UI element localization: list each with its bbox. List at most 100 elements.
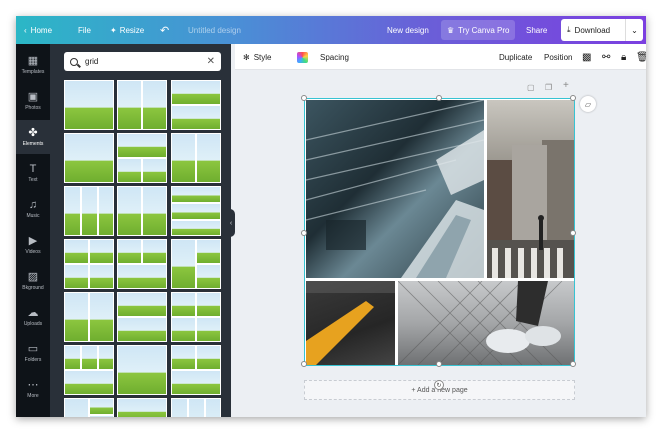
search-value: grid xyxy=(85,57,99,66)
grid-cell-placeholder xyxy=(81,187,97,235)
resize-handle[interactable] xyxy=(301,95,307,101)
aerial-city-image xyxy=(306,100,484,278)
grid-template-thumbnail[interactable] xyxy=(117,186,167,236)
grid-template-thumbnail[interactable] xyxy=(64,292,114,342)
rail-item-elements[interactable]: ✤ Elements xyxy=(16,120,50,154)
grid-template-thumbnail[interactable] xyxy=(171,398,221,417)
grid-template-thumbnail[interactable] xyxy=(117,398,167,417)
chevron-left-icon: ‹ xyxy=(24,25,27,35)
undo-icon[interactable]: ↶ xyxy=(160,16,169,44)
grid-template-thumbnail[interactable] xyxy=(171,239,221,289)
grid-cell-placeholder xyxy=(172,399,187,417)
grid-template-thumbnail[interactable] xyxy=(171,133,221,183)
street-image xyxy=(487,140,574,278)
grid-cell-placeholder xyxy=(205,399,220,417)
duplicate-button[interactable]: Duplicate xyxy=(499,44,532,70)
grid-template-thumbnail[interactable] xyxy=(171,80,221,130)
grid-template-thumbnail[interactable] xyxy=(64,345,114,395)
rotate-icon[interactable]: ↻ xyxy=(434,380,444,390)
try-pro-button[interactable]: ♛ Try Canva Pro xyxy=(441,20,516,40)
spacing-button[interactable]: Spacing xyxy=(320,44,349,70)
comment-button[interactable]: ▱ xyxy=(580,96,596,112)
resize-handle[interactable] xyxy=(570,361,576,367)
resize-handle[interactable] xyxy=(436,361,442,367)
search-input[interactable]: grid ✕ xyxy=(64,52,221,71)
resize-handle[interactable] xyxy=(570,95,576,101)
grid-cell-placeholder xyxy=(65,399,88,417)
text-icon: T xyxy=(29,162,37,175)
grid-template-thumbnail[interactable] xyxy=(117,80,167,130)
color-button[interactable] xyxy=(297,44,308,70)
grid-cell-placeholder xyxy=(143,187,166,235)
grid-template-thumbnail[interactable] xyxy=(64,398,114,417)
grid-template-thumbnail[interactable] xyxy=(117,345,167,395)
rail-item-uploads[interactable]: ☁ Uploads xyxy=(16,300,50,334)
grid-cell-placeholder xyxy=(98,187,113,235)
file-menu[interactable]: File xyxy=(78,16,91,44)
grid-cell-placeholder xyxy=(197,134,220,182)
resize-handle[interactable] xyxy=(301,361,307,367)
rail-item-videos[interactable]: ▶ Videos xyxy=(16,228,50,262)
photo-aerial-city[interactable] xyxy=(306,100,484,278)
resize-handle[interactable] xyxy=(301,230,307,236)
grid-cell-placeholder xyxy=(118,346,166,394)
grid-cell-placeholder xyxy=(172,220,220,235)
download-button[interactable]: ⤓ Download xyxy=(561,19,625,41)
resize-handle[interactable] xyxy=(570,230,576,236)
link-icon[interactable]: ⚯ xyxy=(602,44,610,70)
resize-handle[interactable] xyxy=(436,95,442,101)
trash-icon[interactable]: 🗑︎ xyxy=(636,44,646,70)
rail-item-templates[interactable]: ▦ Templates xyxy=(16,48,50,82)
rail-item-text[interactable]: T Text xyxy=(16,156,50,190)
rail-item-background[interactable]: ▨ Bkground xyxy=(16,264,50,298)
page-notes-icon[interactable]: ▢ xyxy=(527,83,535,92)
rail-item-more[interactable]: ⋯ More xyxy=(16,372,50,406)
grid-template-thumbnail[interactable] xyxy=(171,345,221,395)
grid-template-thumbnail[interactable] xyxy=(117,292,167,342)
grid-cell-placeholder xyxy=(197,318,220,341)
grid-cell-placeholder xyxy=(197,265,220,288)
share-button[interactable]: Share xyxy=(526,16,547,44)
grid-template-thumbnail[interactable] xyxy=(117,239,167,289)
grid-cell-placeholder xyxy=(172,81,220,104)
grid-cell-placeholder xyxy=(65,187,80,235)
rail-item-photos[interactable]: ▣ Photos xyxy=(16,84,50,118)
design-title[interactable]: Untitled design xyxy=(188,16,241,44)
style-button[interactable]: ✻ Style xyxy=(243,44,272,70)
grid-cell-placeholder xyxy=(172,240,195,288)
search-icon xyxy=(70,57,78,66)
grid-template-thumbnail[interactable] xyxy=(117,133,167,183)
rail-item-music[interactable]: ♫ Music xyxy=(16,192,50,226)
resize-button[interactable]: ✦ Resize xyxy=(110,16,144,44)
elements-icon: ✤ xyxy=(28,126,38,139)
home-button[interactable]: ‹ Home xyxy=(24,16,52,44)
grid-cell-placeholder xyxy=(143,240,166,263)
folders-icon: ▭ xyxy=(27,342,39,355)
close-icon[interactable]: ✕ xyxy=(207,56,215,67)
sneakers-fence-image xyxy=(398,281,563,365)
grid-template-thumbnail[interactable] xyxy=(64,133,114,183)
photo-sneakers-fence[interactable] xyxy=(398,281,574,365)
download-options-button[interactable]: ⌄ xyxy=(625,19,643,41)
grid-template-thumbnail[interactable] xyxy=(171,186,221,236)
grid-template-thumbnail[interactable] xyxy=(64,80,114,130)
grid-cell-placeholder xyxy=(118,265,166,288)
grid-template-thumbnail[interactable] xyxy=(171,292,221,342)
design-page[interactable] xyxy=(301,95,576,367)
grid-cell-placeholder xyxy=(172,187,220,202)
rail-item-folders[interactable]: ▭ Folders xyxy=(16,336,50,370)
transparency-icon[interactable]: ▩ xyxy=(582,44,591,70)
duplicate-page-icon[interactable]: ❐ xyxy=(545,83,552,92)
grid-template-thumbnail[interactable] xyxy=(64,239,114,289)
grid-template-thumbnail[interactable] xyxy=(64,186,114,236)
grid-cell-placeholder xyxy=(118,399,166,417)
canva-window: ‹ Home File ✦ Resize ↶ Untitled design N… xyxy=(16,16,646,417)
new-design-button[interactable]: New design xyxy=(387,16,429,44)
add-page-icon[interactable]: + xyxy=(563,80,569,91)
lock-icon[interactable]: 🔒︎ xyxy=(621,44,626,70)
photo-asphalt[interactable] xyxy=(306,281,395,365)
photos-icon: ▣ xyxy=(27,90,39,103)
collapse-panel-button[interactable]: ‹ xyxy=(227,209,235,237)
position-button[interactable]: Position xyxy=(544,44,572,70)
photo-street[interactable] xyxy=(487,100,574,278)
